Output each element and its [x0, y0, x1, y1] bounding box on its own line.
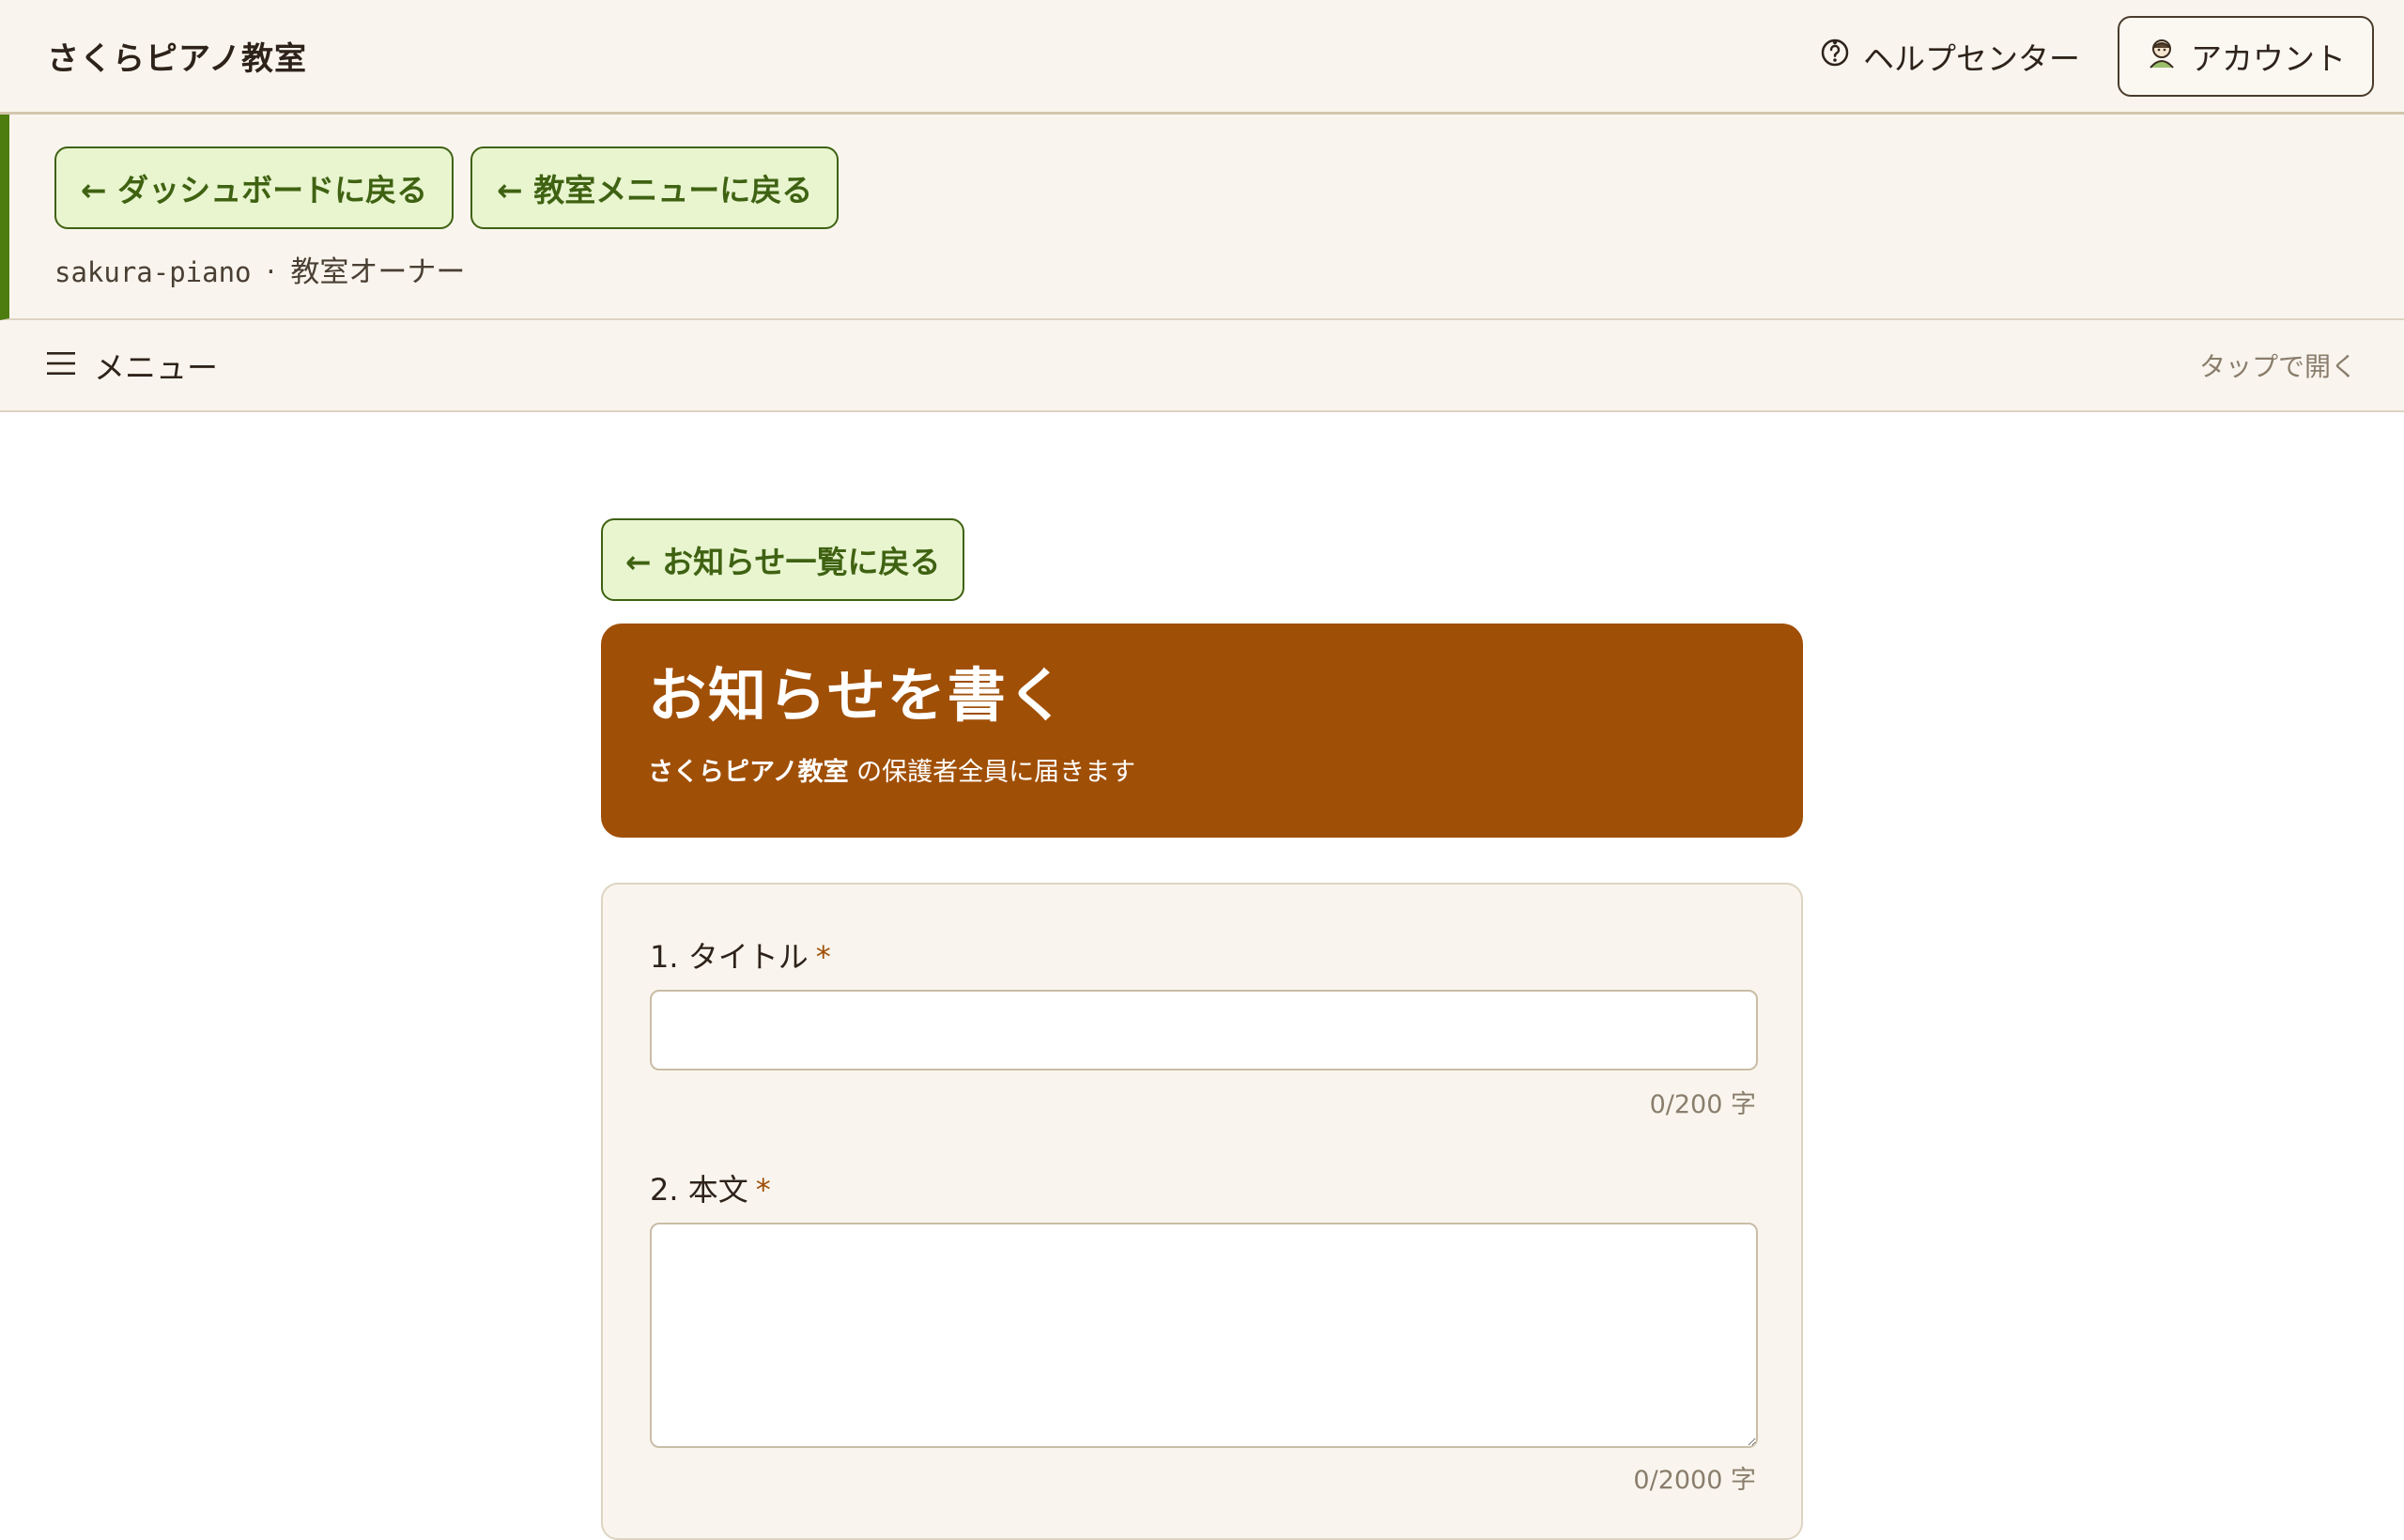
school-slug: sakura-piano: [54, 256, 252, 288]
brand-name[interactable]: さくらピアノ教室: [47, 33, 307, 79]
user-role: 教室オーナー: [290, 255, 466, 289]
page-subtitle: さくらピアノ教室 の保護者全員に届きます: [648, 751, 1756, 788]
menu-label: メニュー: [94, 349, 218, 386]
menu-toggle[interactable]: メニュー: [47, 343, 218, 388]
body-textarea[interactable]: [650, 1223, 1758, 1448]
body-char-counter: 0/2000 字: [1633, 1466, 1756, 1495]
school-context-info: sakura-piano · 教室オーナー: [54, 248, 465, 290]
page-hero: お知らせを書く さくらピアノ教室 の保護者全員に届きます: [601, 624, 1803, 838]
user-avatar-icon: [2146, 37, 2178, 76]
menu-hint: タップで開く: [2198, 351, 2357, 382]
context-band: ← ダッシュボードに戻る ← 教室メニューに戻る sakura-piano · 教室…: [0, 115, 2404, 320]
back-to-dashboard-button[interactable]: ← ダッシュボードに戻る: [54, 146, 455, 229]
help-center-label: ヘルプセンター: [1863, 39, 2080, 77]
context-separator: ·: [266, 255, 276, 289]
page-title: お知らせを書く: [648, 661, 1068, 730]
account-button[interactable]: アカウント: [2118, 15, 2374, 97]
back-navigation: ← ダッシュボードに戻る ← 教室メニューに戻る: [54, 146, 840, 229]
menu-toggle-bar[interactable]: メニュー タップで開く: [0, 320, 2404, 412]
help-circle-icon: [1820, 38, 1850, 75]
subtitle-school-name: さくらピアノ教室: [648, 758, 849, 788]
body-label-text: 2. 本文: [650, 1172, 748, 1208]
back-to-school-menu-button[interactable]: ← 教室メニューに戻る: [470, 146, 840, 229]
back-to-announcements-button[interactable]: ← お知らせ一覧に戻る: [601, 518, 965, 601]
top-actions: ヘルプセンター アカウント: [1820, 15, 2374, 97]
title-field-label: 1. タイトル *: [650, 933, 831, 977]
help-center-link[interactable]: ヘルプセンター: [1820, 34, 2080, 79]
required-mark: *: [815, 939, 831, 975]
title-input[interactable]: [650, 990, 1758, 1070]
required-mark: *: [755, 1172, 771, 1208]
hamburger-menu-icon: [47, 347, 75, 384]
account-label: アカウント: [2191, 39, 2346, 77]
announcement-form: 1. タイトル * 0/200 字 2. 本文 * 0/2000 字: [601, 883, 1803, 1540]
top-bar: さくらピアノ教室 ヘルプセンター アカウント: [0, 0, 2404, 115]
subtitle-text: の保護者全員に届きます: [848, 758, 1136, 788]
body-field-label: 2. 本文 *: [650, 1166, 771, 1209]
title-char-counter: 0/200 字: [1649, 1090, 1756, 1119]
title-label-text: 1. タイトル: [650, 939, 809, 975]
